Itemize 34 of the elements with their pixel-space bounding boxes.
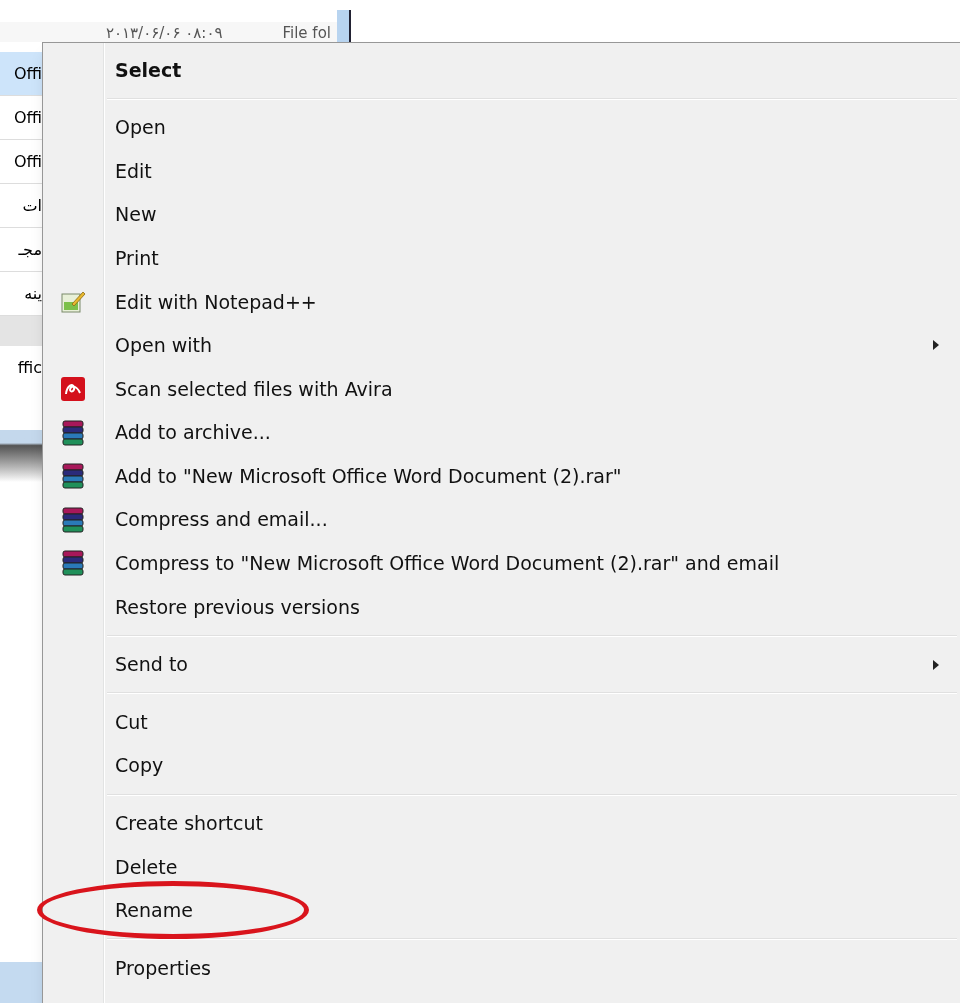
notepad-icon bbox=[60, 289, 86, 314]
menu-item[interactable]: Print bbox=[43, 236, 960, 280]
file-list-item[interactable]: Offi bbox=[0, 52, 42, 96]
umbrella-logo-icon bbox=[61, 376, 85, 401]
menu-item[interactable]: Add to "New Microsoft Office Word Document (2).rar" bbox=[43, 454, 960, 498]
menu-item[interactable]: Compress and email... bbox=[43, 497, 960, 542]
menu-item[interactable]: Delete bbox=[43, 845, 960, 889]
menu-item[interactable]: Edit bbox=[43, 149, 960, 193]
taskbar-strip bbox=[0, 962, 42, 1003]
scrollbar-thumb[interactable] bbox=[337, 10, 351, 42]
menu-item[interactable]: Create shortcut bbox=[43, 801, 960, 846]
submenu-arrow-icon bbox=[933, 659, 939, 670]
date-modified-text: ۲۰۱۳/۰۶/۰۶ ۰۸:۰۹ bbox=[105, 24, 223, 42]
file-type-text: File fol bbox=[282, 24, 331, 42]
menu-item[interactable]: Send to bbox=[43, 642, 960, 687]
menu-item[interactable]: Edit with Notepad++ bbox=[43, 279, 960, 324]
menu-item[interactable]: Select bbox=[43, 48, 960, 92]
menu-item[interactable]: Compress to "New Microsoft Office Word Document (2).rar" and email bbox=[43, 541, 960, 586]
book-stack-icon bbox=[60, 506, 86, 533]
window-frame-edge bbox=[0, 430, 42, 482]
book-stack-icon bbox=[60, 419, 86, 446]
menu-item[interactable]: Add to archive... bbox=[43, 410, 960, 455]
menu-item[interactable]: Restore previous versions bbox=[43, 585, 960, 629]
book-stack-icon bbox=[60, 463, 86, 490]
submenu-arrow-icon bbox=[933, 340, 939, 351]
menu-item[interactable]: Open with bbox=[43, 323, 960, 368]
menu-item[interactable]: Copy bbox=[43, 743, 960, 788]
menu-item[interactable]: Properties bbox=[43, 946, 960, 990]
menu-item[interactable]: Rename bbox=[43, 888, 960, 933]
menu-item[interactable]: New bbox=[43, 192, 960, 237]
menu-item[interactable]: Cut bbox=[43, 700, 960, 744]
menu-item[interactable]: Open bbox=[43, 105, 960, 150]
menu-item[interactable]: Scan selected files with Avira bbox=[43, 367, 960, 411]
book-stack-icon bbox=[60, 550, 86, 577]
